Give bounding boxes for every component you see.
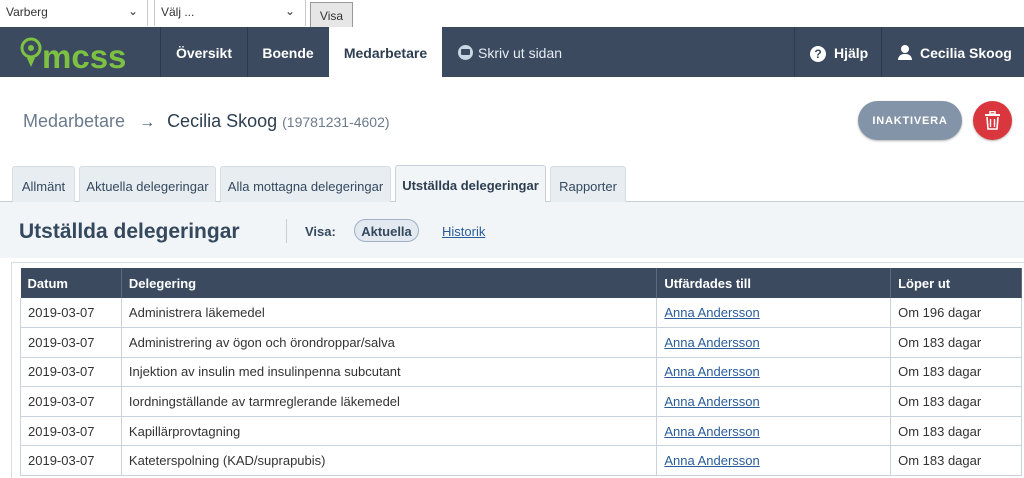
column-header-datum[interactable]: Datum: [20, 268, 122, 298]
cell-utfardades-till: Anna Andersson: [656, 445, 892, 477]
print-label: Skriv ut sidan: [478, 45, 563, 61]
help-icon: ?: [810, 46, 826, 62]
location-select[interactable]: Varberg ⌄: [0, 0, 148, 26]
logo-pin-icon: [20, 37, 42, 67]
table-row: 2019-03-07 Kateterspolning (KAD/suprapub…: [20, 445, 1022, 477]
column-header-utfardades-till[interactable]: Utfärdades till: [656, 268, 892, 298]
table-row: 2019-03-07 Iordningställande av tarmregl…: [20, 386, 1022, 417]
arrow-right-icon: →: [139, 114, 156, 131]
cell-utfardades-till: Anna Andersson: [656, 386, 892, 417]
help-label: Hjälp: [834, 45, 869, 61]
tab-allmant[interactable]: Allmänt: [12, 166, 75, 202]
print-icon: [458, 45, 473, 60]
trash-icon: [985, 111, 1000, 130]
cell-utfardades-till: Anna Andersson: [656, 327, 892, 358]
location-select-value: Varberg: [6, 5, 48, 19]
tab-aktuella-delegeringar[interactable]: Aktuella delegeringar: [79, 166, 216, 202]
cell-utfardades-till: Anna Andersson: [656, 416, 892, 447]
inactivate-button[interactable]: INAKTIVERA: [858, 101, 962, 140]
column-header-loper-ut[interactable]: Löper ut: [890, 268, 1022, 298]
cell-datum: 2019-03-07: [20, 298, 122, 329]
cell-delegering: Kapillärprovtagning: [121, 416, 658, 447]
filter-label: Visa:: [305, 224, 336, 239]
nav-divider: [881, 27, 882, 77]
employee-link[interactable]: Anna Andersson: [664, 364, 759, 379]
cell-delegering: Iordningställande av tarmreglerande läke…: [121, 386, 658, 417]
section-title: Utställda delegeringar: [19, 220, 240, 243]
help-link[interactable]: ? Hjälp: [810, 27, 868, 77]
cell-delegering: Injektion av insulin med insulinpenna su…: [121, 357, 658, 388]
user-icon: [898, 45, 912, 60]
table-row: 2019-03-07 Administrera läkemedel Anna A…: [20, 298, 1022, 329]
personal-number: (19781231-4602): [282, 114, 390, 130]
section-header: Utställda delegeringar Visa: Aktuella Hi…: [0, 202, 1024, 258]
employee-link[interactable]: Anna Andersson: [664, 453, 759, 468]
unit-select-value: Välj ...: [161, 5, 195, 19]
main-nav: mcss Översikt Boende Medarbetare Skriv u…: [0, 27, 1024, 77]
cell-datum: 2019-03-07: [20, 445, 122, 477]
cell-datum: 2019-03-07: [20, 416, 122, 447]
nav-item-boende[interactable]: Boende: [248, 27, 328, 77]
employee-link[interactable]: Anna Andersson: [664, 335, 759, 350]
cell-datum: 2019-03-07: [20, 357, 122, 388]
logo-text: mcss: [42, 38, 127, 75]
delegations-table-container: Datum Delegering Utfärdades till Löper u…: [11, 262, 1024, 478]
filter-aktuella-button[interactable]: Aktuella: [354, 219, 419, 242]
delete-button[interactable]: [973, 101, 1012, 140]
location-select-bar: Varberg ⌄ Välj ... ⌄ Visa: [0, 0, 1024, 27]
visa-button[interactable]: Visa: [310, 2, 353, 27]
chevron-down-icon: ⌄: [128, 4, 139, 18]
cell-delegering: Administrera läkemedel: [121, 298, 658, 329]
tab-alla-mottagna-delegeringar[interactable]: Alla mottagna delegeringar: [220, 166, 391, 202]
breadcrumb: Medarbetare → Cecilia Skoog (19781231-4602): [23, 111, 390, 132]
employee-link[interactable]: Anna Andersson: [664, 305, 759, 320]
cell-loper-ut: Om 183 dagar: [890, 386, 1022, 417]
user-menu[interactable]: Cecilia Skoog: [898, 27, 1012, 77]
chevron-down-icon: ⌄: [285, 4, 296, 18]
filter-historik-link[interactable]: Historik: [442, 224, 485, 239]
nav-item-medarbetare[interactable]: Medarbetare: [329, 27, 442, 77]
breadcrumb-current: Cecilia Skoog: [167, 111, 278, 131]
cell-delegering: Kateterspolning (KAD/suprapubis): [121, 445, 658, 477]
cell-datum: 2019-03-07: [20, 327, 122, 358]
table-row: 2019-03-07 Administrering av ögon och ör…: [20, 327, 1022, 358]
breadcrumb-parent[interactable]: Medarbetare: [23, 111, 125, 131]
user-name: Cecilia Skoog: [920, 45, 1012, 61]
tab-utstallda-delegeringar[interactable]: Utställda delegeringar: [395, 165, 546, 203]
cell-datum: 2019-03-07: [20, 386, 122, 417]
cell-loper-ut: Om 183 dagar: [890, 416, 1022, 447]
nav-item-oversikt[interactable]: Översikt: [161, 27, 247, 77]
cell-delegering: Administrering av ögon och örondroppar/s…: [121, 327, 658, 358]
cell-utfardades-till: Anna Andersson: [656, 357, 892, 388]
delegations-table: Datum Delegering Utfärdades till Löper u…: [20, 268, 1022, 477]
employee-link[interactable]: Anna Andersson: [664, 424, 759, 439]
nav-divider: [794, 27, 795, 77]
table-row: 2019-03-07 Kapillärprovtagning Anna Ande…: [20, 416, 1022, 447]
cell-loper-ut: Om 183 dagar: [890, 357, 1022, 388]
employee-link[interactable]: Anna Andersson: [664, 394, 759, 409]
column-header-delegering[interactable]: Delegering: [121, 268, 658, 298]
tab-rapporter[interactable]: Rapporter: [550, 166, 626, 202]
cell-utfardades-till: Anna Andersson: [656, 298, 892, 329]
cell-loper-ut: Om 183 dagar: [890, 445, 1022, 477]
print-page-link[interactable]: Skriv ut sidan: [458, 27, 562, 77]
section-divider: [286, 219, 287, 243]
cell-loper-ut: Om 183 dagar: [890, 327, 1022, 358]
cell-loper-ut: Om 196 dagar: [890, 298, 1022, 329]
unit-select[interactable]: Välj ... ⌄: [154, 0, 306, 26]
tab-bar: Allmänt Aktuella delegeringar Alla motta…: [0, 165, 1024, 203]
table-row: 2019-03-07 Injektion av insulin med insu…: [20, 357, 1022, 388]
table-header-row: Datum Delegering Utfärdades till Löper u…: [20, 268, 1022, 298]
